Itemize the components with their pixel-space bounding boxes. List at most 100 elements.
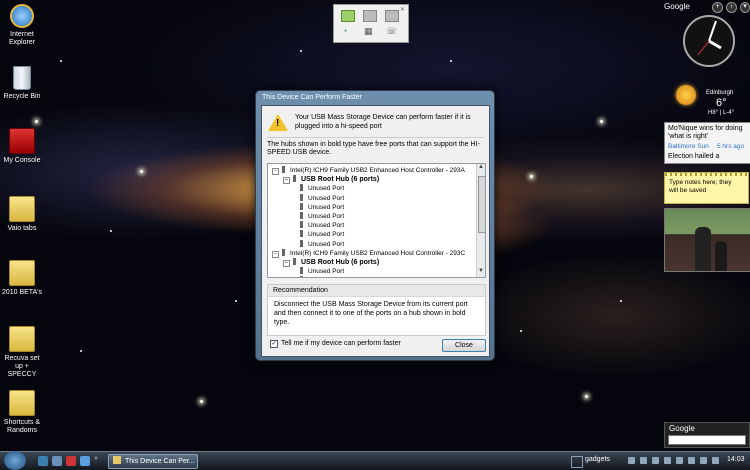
weather-range: H8° | L-4° <box>708 110 735 116</box>
tree-item-label: USB Root Hub (6 ports) <box>301 176 380 184</box>
star <box>600 120 603 123</box>
sidebar-next-icon[interactable]: › <box>726 2 737 13</box>
sidebar-add-icon[interactable]: + <box>712 2 723 13</box>
tray-icon[interactable] <box>712 457 719 464</box>
network-icon: ▦ <box>364 26 373 36</box>
tree-controller-item[interactable]: − Intel(R) ICH9 Family USB2 Enhanced Host… <box>272 166 465 175</box>
star <box>520 330 522 332</box>
tree-port-item[interactable]: Unused Port <box>300 212 344 221</box>
notify-checkbox-label[interactable]: Tell me if my device can perform faster <box>281 340 401 347</box>
desktop-icon-2010-betas[interactable]: 2010 BETA's <box>0 260 44 297</box>
star <box>200 400 203 403</box>
notes-text[interactable]: Type notes here; they will be saved <box>669 179 739 195</box>
tree-port-item[interactable]: Unused Port <box>300 193 345 203</box>
star <box>450 60 452 62</box>
desktop-icon-recuva[interactable]: Recuva set up + SPECCY <box>0 326 44 379</box>
desktop-icon-my-console[interactable]: My Console <box>0 128 44 165</box>
network-tray-icon[interactable] <box>664 457 671 464</box>
tree-controller-item[interactable]: − Intel(R) ICH9 Family USB2 Enhanced Host… <box>272 248 466 258</box>
modem-toggle-button[interactable] <box>385 10 399 22</box>
tree-port-item[interactable]: USB Composite Device <box>300 276 376 277</box>
close-button[interactable]: Close <box>442 339 486 352</box>
usb-tree-view[interactable]: − Intel(R) ICH9 Family USB2 Enhanced Host… <box>267 163 486 278</box>
desktop-icon-label: Vaio tabs <box>7 225 37 232</box>
divider <box>267 137 484 138</box>
desktop-icon-recycle-bin[interactable]: Recycle Bin <box>0 66 44 101</box>
scroll-up-icon[interactable]: ▲ <box>478 164 484 170</box>
tray-icon[interactable] <box>640 457 647 464</box>
slideshow-gadget[interactable] <box>664 208 750 272</box>
tree-port-item[interactable]: Unused Port <box>300 221 344 230</box>
quicklaunch-more-icon[interactable]: » <box>94 455 98 462</box>
dialog-message: Your USB Mass Storage Device can perform… <box>295 114 471 130</box>
dialog-title: This Device Can Perform Faster <box>262 94 362 101</box>
tree-hub-item[interactable]: − USB Root Hub (6 ports) <box>283 258 379 267</box>
desktop-icon-label: Internet Explorer <box>8 31 36 46</box>
notes-gadget[interactable]: Type notes here; they will be saved <box>664 172 749 204</box>
notes-spiral <box>665 173 748 176</box>
tree-port-item[interactable]: Unused Port <box>300 230 344 239</box>
weather-city: Edinburgh <box>706 90 734 96</box>
recommendation-header: Recommendation <box>268 285 485 297</box>
notify-checkbox[interactable]: ✓ <box>270 340 278 348</box>
tree-item-label: Unused Port <box>308 268 345 276</box>
warning-icon: ! <box>268 114 288 131</box>
collapse-icon[interactable]: − <box>272 168 279 175</box>
gadgets-toolbar-icon[interactable] <box>571 456 583 468</box>
star <box>585 395 588 398</box>
tray-icon[interactable] <box>652 457 659 464</box>
battery-tray-icon[interactable] <box>676 457 683 464</box>
desktop-icon-shortcuts[interactable]: Shortcuts & Randoms <box>0 390 44 435</box>
close-icon[interactable]: ✕ <box>400 6 405 13</box>
dialog-body: ! Your USB Mass Storage Device can perfo… <box>261 105 490 357</box>
scroll-thumb[interactable] <box>478 176 485 233</box>
tree-port-item[interactable]: Unused Port <box>300 239 344 249</box>
star <box>35 120 38 123</box>
collapse-icon[interactable]: − <box>283 177 290 185</box>
news-gadget[interactable]: Mo'Nique wins for doing 'what is right' … <box>664 122 750 164</box>
quicklaunch-app-icon[interactable] <box>80 456 90 466</box>
taskbar-clock[interactable]: 14:03 <box>727 456 745 463</box>
tree-item-label: Unused Port <box>308 203 345 211</box>
usb-plug-icon <box>300 230 303 238</box>
tree-port-item[interactable]: Unused Port <box>300 267 344 276</box>
tree-port-item[interactable]: Unused Port <box>300 202 345 212</box>
desktop-wallpaper: Internet Explorer Recycle Bin My Console… <box>0 0 750 451</box>
star <box>530 175 533 178</box>
gadgets-toolbar-label[interactable]: gadgets <box>585 456 610 463</box>
taskbar-window-button[interactable]: This Device Can Per... <box>108 454 198 469</box>
network-toggle-button[interactable] <box>363 10 377 22</box>
console-icon <box>9 128 35 154</box>
volume-tray-icon[interactable] <box>688 457 695 464</box>
wifi-toggle-button[interactable] <box>341 10 355 22</box>
usb-tray-icon[interactable] <box>700 457 707 464</box>
tray-icon[interactable] <box>628 457 635 464</box>
desktop-icon-internet-explorer[interactable]: Internet Explorer <box>0 4 44 47</box>
sun-icon <box>676 85 696 105</box>
tree-item-label: Intel(R) ICH9 Family USB2 Enhanced Host … <box>290 249 466 257</box>
news-headline[interactable]: Mo'Nique wins for doing 'what is right' <box>668 125 748 141</box>
desktop-icon-label: Recuva set up + SPECCY <box>4 355 40 378</box>
desktop-icon-vaio-tabs[interactable]: Vaio tabs <box>0 196 44 233</box>
wifi-icon: ◔ <box>342 26 348 36</box>
desktop-icon-label: Recycle Bin <box>3 93 41 100</box>
quicklaunch-app-icon[interactable] <box>66 456 76 466</box>
star <box>60 60 62 62</box>
start-button[interactable] <box>4 451 26 470</box>
vertical-scrollbar[interactable]: ▲ ▼ <box>476 164 485 277</box>
show-desktop-icon[interactable] <box>38 456 48 466</box>
tree-item-label: Unused Port <box>308 194 345 202</box>
google-search-input[interactable] <box>668 435 746 445</box>
scroll-down-icon[interactable]: ▼ <box>478 268 484 274</box>
tree-port-item[interactable]: Unused Port <box>300 184 344 193</box>
collapse-icon[interactable]: − <box>272 250 279 258</box>
folder-icon <box>9 260 35 286</box>
switch-windows-icon[interactable] <box>52 456 62 466</box>
sidebar-menu-icon[interactable]: ▾ <box>740 2 750 13</box>
news-headline-2[interactable]: Election hailed a <box>668 153 719 160</box>
tree-hub-item[interactable]: − USB Root Hub (6 ports) <box>283 175 380 185</box>
collapse-icon[interactable]: − <box>283 260 290 267</box>
star <box>620 300 622 302</box>
usb-plug-icon <box>282 166 285 173</box>
sidebar-google-label[interactable]: Google <box>664 2 690 11</box>
